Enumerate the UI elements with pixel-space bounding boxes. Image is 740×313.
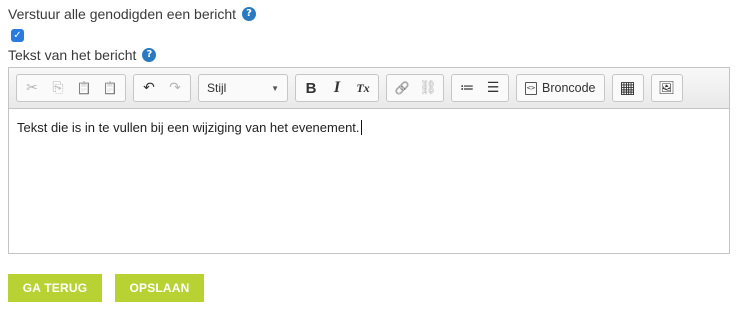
help-icon[interactable]: ? — [142, 48, 157, 62]
source-button[interactable]: <> Broncode — [519, 76, 602, 100]
chevron-down-icon: ▼ — [271, 83, 279, 93]
text-caret — [360, 120, 362, 135]
redo-icon[interactable]: ↷ — [162, 76, 188, 100]
list-group: ≔ ☰ — [451, 74, 509, 102]
message-text-label: Tekst van het bericht ? — [8, 47, 157, 63]
remove-format-button[interactable]: Tx — [350, 76, 376, 100]
notify-guests-label-text: Verstuur alle genodigden een bericht — [8, 6, 237, 22]
bulleted-list-icon[interactable]: ☰ — [480, 76, 506, 100]
source-group: <> Broncode — [516, 74, 605, 102]
unlink-icon[interactable]: ⛓ — [415, 76, 441, 100]
editor-content[interactable]: Tekst die is in te vullen bij een wijzig… — [9, 109, 729, 146]
style-dropdown-label: Stijl — [207, 81, 227, 95]
image-icon[interactable]: 🖼 — [654, 76, 680, 100]
cut-icon[interactable]: ✂ — [19, 76, 45, 100]
image-group: 🖼 — [650, 74, 683, 102]
message-text-label-text: Tekst van het bericht — [8, 47, 137, 63]
undo-icon[interactable]: ↶ — [136, 76, 162, 100]
table-group: ▦ — [611, 74, 644, 102]
history-group: ↶ ↷ — [133, 74, 191, 102]
editor-text: Tekst die is in te vullen bij een wijzig… — [17, 120, 360, 135]
copy-icon[interactable]: ⎘ — [45, 76, 71, 100]
clipboard-group: ✂ ⎘ 📋 📋 — [16, 74, 126, 102]
format-group: B I Tx — [295, 74, 379, 102]
save-button[interactable]: OPSLAAN — [115, 274, 204, 302]
rich-text-editor: ✂ ⎘ 📋 📋 ↶ ↷ Stijl ▼ B I Tx 🔗 ⛓ ≔ ☰ <> Br… — [8, 67, 730, 254]
numbered-list-icon[interactable]: ≔ — [454, 76, 480, 100]
source-icon: <> — [525, 81, 537, 95]
paste-text-icon[interactable]: 📋 — [97, 76, 123, 100]
back-button[interactable]: GA TERUG — [8, 274, 102, 302]
style-dropdown[interactable]: Stijl ▼ — [198, 74, 288, 102]
source-button-label: Broncode — [542, 81, 596, 95]
link-group: 🔗 ⛓ — [386, 74, 444, 102]
bold-button[interactable]: B — [298, 76, 324, 100]
paste-icon[interactable]: 📋 — [71, 76, 97, 100]
help-icon[interactable]: ? — [242, 7, 257, 21]
editor-toolbar: ✂ ⎘ 📋 📋 ↶ ↷ Stijl ▼ B I Tx 🔗 ⛓ ≔ ☰ <> Br… — [9, 68, 729, 109]
italic-button[interactable]: I — [324, 76, 350, 100]
table-icon[interactable]: ▦ — [615, 76, 641, 100]
notify-guests-label: Verstuur alle genodigden een bericht ? — [8, 6, 257, 22]
link-icon[interactable]: 🔗 — [389, 76, 415, 100]
notify-guests-checkbox[interactable]: ✓ — [11, 29, 24, 42]
